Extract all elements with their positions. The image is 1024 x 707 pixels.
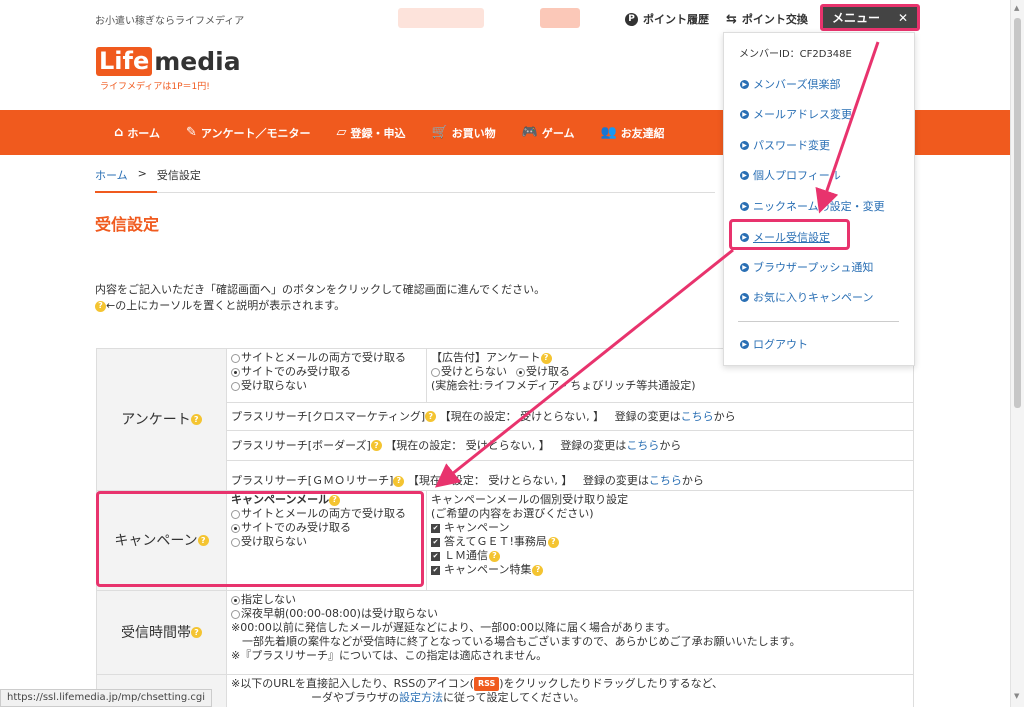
annotation-arrows [434,41,880,488]
scroll-up-icon[interactable]: ▲ [1014,4,1019,12]
scrollbar-thumb[interactable] [1014,18,1021,408]
status-bar-url: https://ssl.lifemedia.jp/mp/chsetting.cg… [0,689,213,707]
page: お小遣い稼ぎならライフメディア P ポイント履歴 ⇆ ポイント交換 メニュー ✕… [0,0,1024,707]
scroll-down-icon[interactable]: ▼ [1014,692,1019,700]
vertical-scrollbar[interactable]: ▲ ▼ [1010,0,1024,707]
arrow-to-campaign [434,248,734,488]
arrow-to-mail-settings [815,41,880,214]
